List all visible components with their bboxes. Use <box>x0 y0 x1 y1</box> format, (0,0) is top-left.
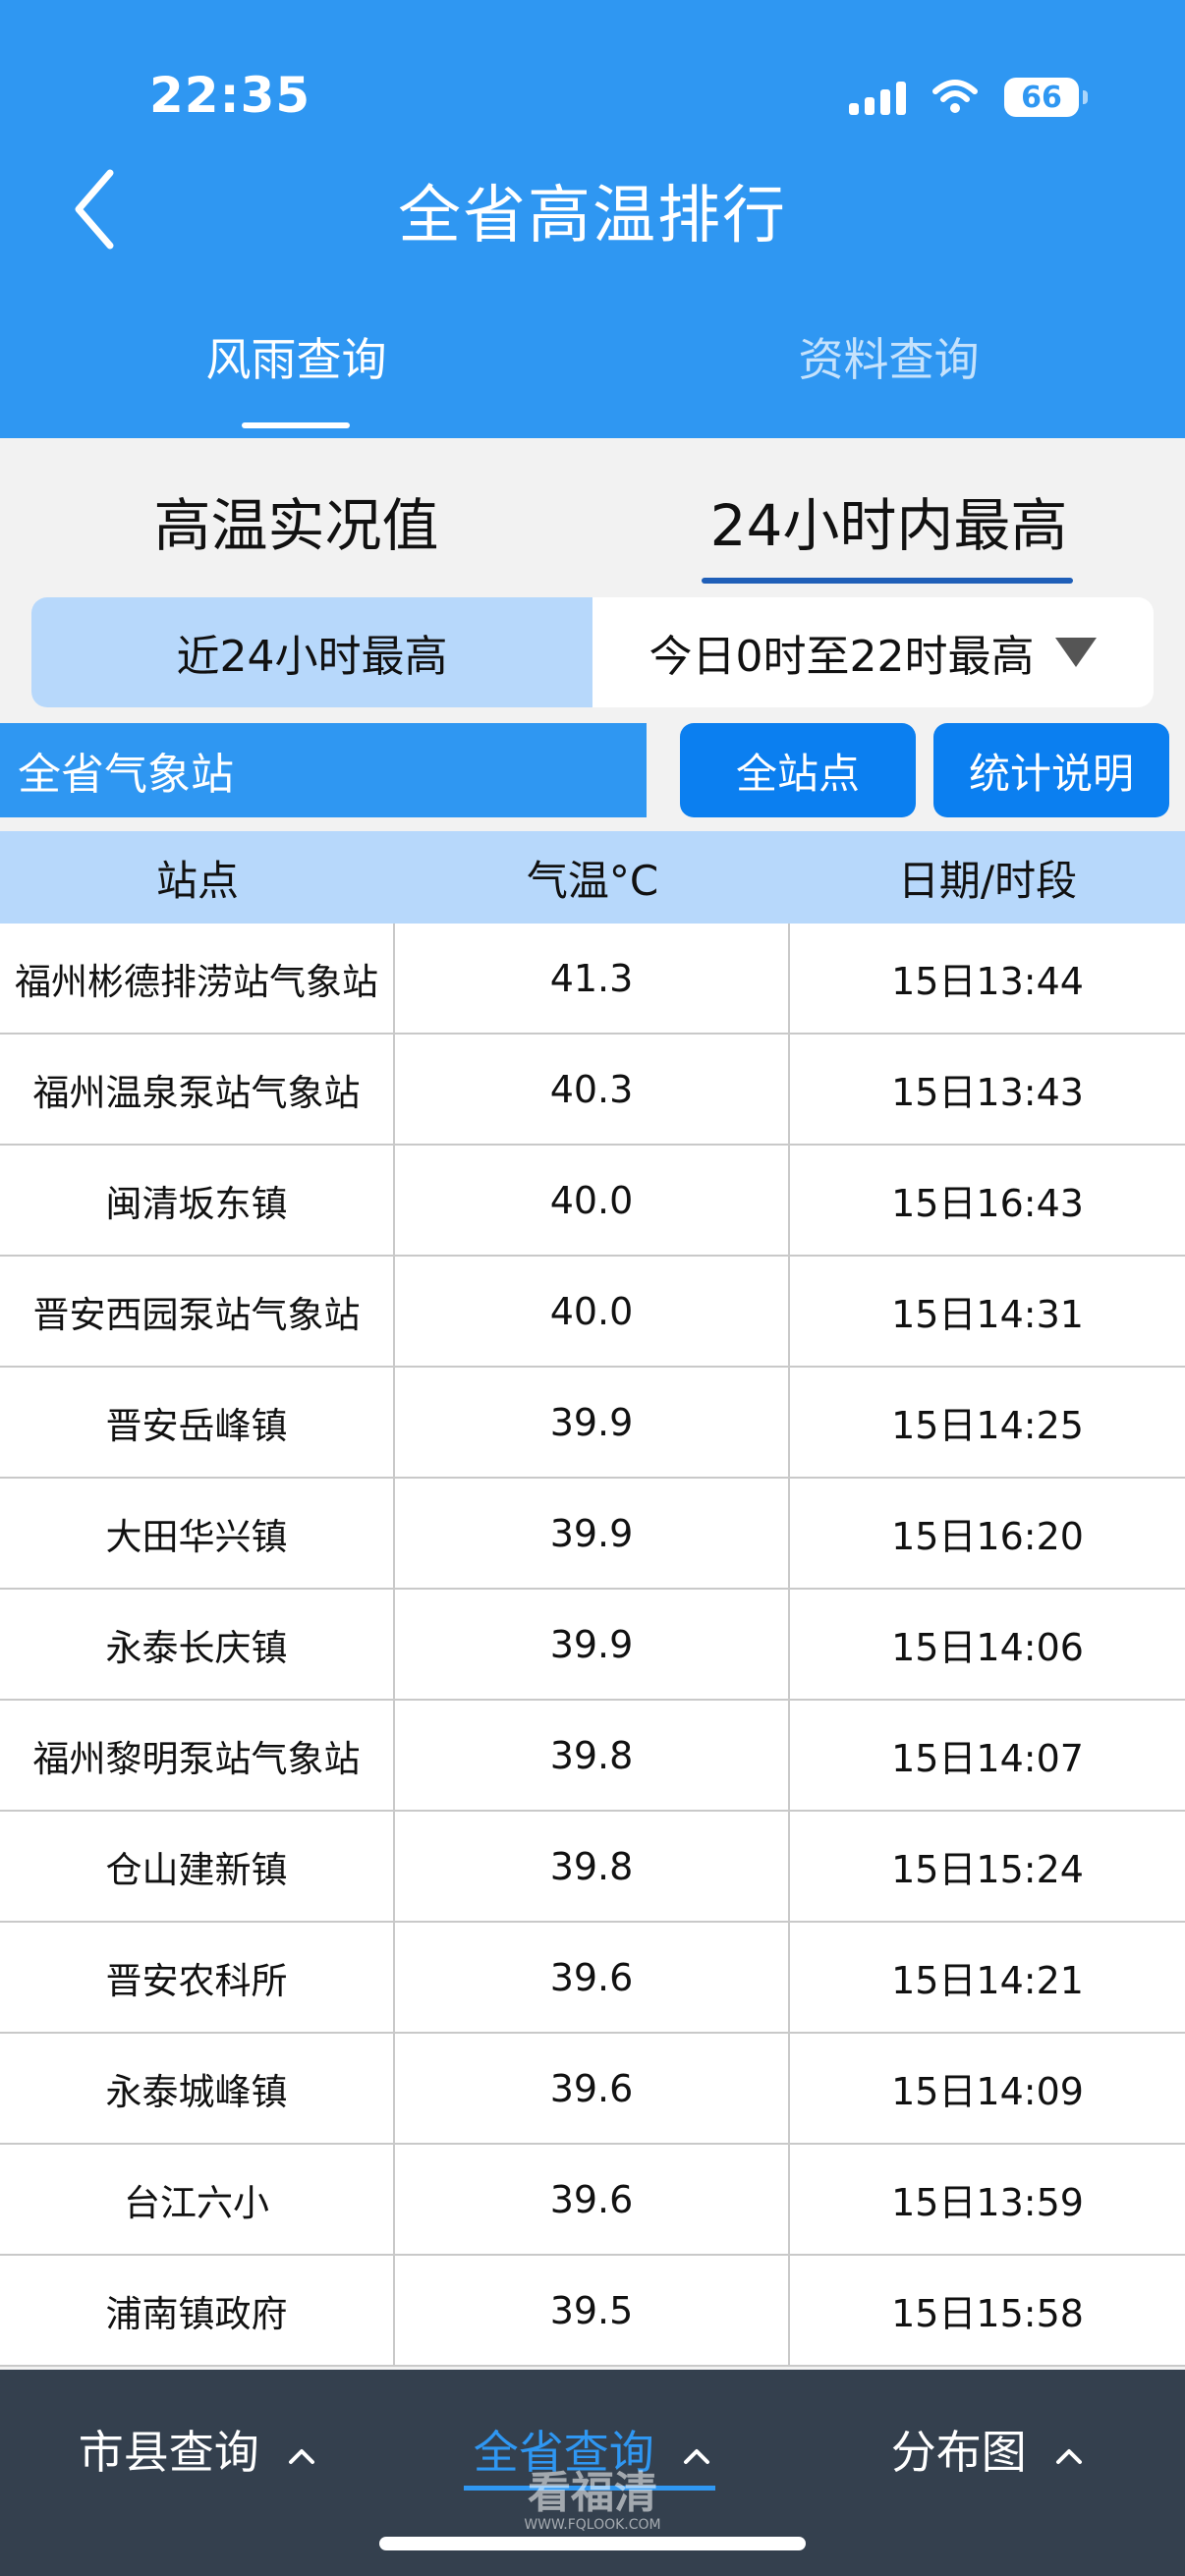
station-cell: 福州黎明泵站气象站 <box>0 1701 395 1810</box>
status-time: 22:35 <box>149 67 311 124</box>
temp-cell: 39.5 <box>395 2256 790 2365</box>
station-cell: 永泰城峰镇 <box>0 2034 395 2143</box>
table-row[interactable]: 永泰城峰镇 39.6 15日14:09 <box>0 2034 1185 2145</box>
table-row[interactable]: 福州黎明泵站气象站 39.8 15日14:07 <box>0 1701 1185 1812</box>
segment-today-dropdown[interactable]: 今日0时至22时最高 <box>592 597 1154 707</box>
temp-cell: 41.3 <box>395 924 790 1033</box>
station-cell: 台江六小 <box>0 2145 395 2254</box>
status-icons: 66 <box>849 73 1088 122</box>
table-row[interactable]: 晋安岳峰镇 39.9 15日14:25 <box>0 1368 1185 1479</box>
dropdown-triangle-icon <box>1055 638 1098 667</box>
app-root: 22:35 66 全省高温排行 风雨查询 资料查询 高温实况值 24小时内最高 … <box>0 0 1185 2576</box>
header: 22:35 66 全省高温排行 风雨查询 资料查询 <box>0 0 1185 438</box>
table-header: 站点 气温°C 日期/时段 <box>0 831 1185 924</box>
table-row[interactable]: 永泰长庆镇 39.9 15日14:06 <box>0 1590 1185 1701</box>
page-title: 全省高温排行 <box>398 180 787 252</box>
column-header-time: 日期/时段 <box>897 856 1078 905</box>
sub-tab-indicator <box>702 578 1073 584</box>
time-cell: 15日14:21 <box>891 1959 1084 2002</box>
time-cell: 15日15:24 <box>891 1848 1084 1891</box>
temp-cell: 39.9 <box>395 1368 790 1477</box>
stats-note-button[interactable]: 统计说明 <box>933 723 1169 817</box>
station-cell: 晋安西园泵站气象站 <box>0 1257 395 1366</box>
nav-label: 分布图 <box>890 2426 1027 2479</box>
table-row[interactable]: 仓山建新镇 39.8 15日15:24 <box>0 1812 1185 1923</box>
home-indicator[interactable] <box>379 2537 806 2550</box>
chevron-up-icon <box>684 2448 710 2464</box>
segment-today-label: 今日0时至22时最高 <box>649 632 1035 682</box>
nav-label: 市县查询 <box>78 2426 259 2479</box>
cellular-signal-icon <box>849 80 906 115</box>
tab-high-temp-actual[interactable]: 高温实况值 <box>0 479 592 562</box>
table-row[interactable]: 晋安农科所 39.6 15日14:21 <box>0 1923 1185 2034</box>
temp-cell: 40.0 <box>395 1257 790 1366</box>
temp-cell: 39.9 <box>395 1590 790 1699</box>
station-cell: 永泰长庆镇 <box>0 1590 395 1699</box>
temp-cell: 39.6 <box>395 1923 790 2032</box>
chevron-up-icon <box>1056 2448 1083 2464</box>
time-cell: 15日15:58 <box>891 2292 1084 2335</box>
chevron-up-icon <box>289 2448 315 2464</box>
time-range-segment: 近24小时最高 今日0时至22时最高 <box>31 597 1154 707</box>
station-cell: 晋安农科所 <box>0 1923 395 2032</box>
table-row[interactable]: 台江六小 39.6 15日13:59 <box>0 2145 1185 2256</box>
time-cell: 15日14:09 <box>891 2070 1084 2113</box>
temp-cell: 39.9 <box>395 1479 790 1588</box>
time-cell: 15日13:59 <box>891 2181 1084 2224</box>
table-row[interactable]: 晋安西园泵站气象站 40.0 15日14:31 <box>0 1257 1185 1368</box>
station-cell: 福州彬德排涝站气象站 <box>0 924 395 1033</box>
time-cell: 15日16:43 <box>891 1182 1084 1225</box>
table-row[interactable]: 浦南镇政府 39.5 15日15:58 <box>0 2256 1185 2367</box>
table-row[interactable]: 大田华兴镇 39.9 15日16:20 <box>0 1479 1185 1590</box>
temp-cell: 39.6 <box>395 2145 790 2254</box>
ranking-table: 站点 气温°C 日期/时段 福州彬德排涝站气象站 41.3 15日13:44 福… <box>0 831 1185 2367</box>
time-cell: 15日14:31 <box>891 1293 1084 1336</box>
temp-cell: 39.8 <box>395 1812 790 1921</box>
column-header-station: 站点 <box>155 856 239 905</box>
temp-cell: 39.8 <box>395 1701 790 1810</box>
table-row[interactable]: 福州彬德排涝站气象站 41.3 15日13:44 <box>0 924 1185 1035</box>
all-stations-button[interactable]: 全站点 <box>680 723 916 817</box>
temp-cell: 40.0 <box>395 1146 790 1255</box>
temp-cell: 39.6 <box>395 2034 790 2143</box>
tab-24h-max[interactable]: 24小时内最高 <box>592 479 1185 562</box>
watermark-title: 看福清 <box>528 2468 657 2518</box>
battery-icon: 66 <box>1004 78 1088 117</box>
nav-city-county-query[interactable]: 市县查询 <box>0 2417 395 2482</box>
station-cell: 大田华兴镇 <box>0 1479 395 1588</box>
station-cell: 闽清坂东镇 <box>0 1146 395 1255</box>
temp-cell: 40.3 <box>395 1035 790 1144</box>
tab-data-query[interactable]: 资料查询 <box>592 324 1185 389</box>
column-header-temp: 气温°C <box>526 856 659 905</box>
wifi-icon <box>931 80 979 115</box>
station-cell: 晋安岳峰镇 <box>0 1368 395 1477</box>
table-row[interactable]: 福州温泉泵站气象站 40.3 15日13:43 <box>0 1035 1185 1146</box>
segment-last-24h[interactable]: 近24小时最高 <box>31 597 592 707</box>
time-cell: 15日13:44 <box>891 960 1084 1003</box>
watermark-url: WWW.FQLOOK.COM <box>524 2517 661 2533</box>
station-cell: 福州温泉泵站气象站 <box>0 1035 395 1144</box>
time-cell: 15日14:06 <box>891 1626 1084 1669</box>
watermark: 看福清 WWW.FQLOOK.COM <box>494 2468 691 2534</box>
station-cell: 仓山建新镇 <box>0 1812 395 1921</box>
active-tab-indicator <box>242 422 350 428</box>
region-filter[interactable]: 全省气象站 <box>0 723 647 817</box>
station-cell: 浦南镇政府 <box>0 2256 395 2365</box>
time-cell: 15日16:20 <box>891 1515 1084 1558</box>
nav-distribution-map[interactable]: 分布图 <box>790 2417 1185 2482</box>
time-cell: 15日14:25 <box>891 1404 1084 1447</box>
time-cell: 15日14:07 <box>891 1737 1084 1780</box>
table-row[interactable]: 闽清坂东镇 40.0 15日16:43 <box>0 1146 1185 1257</box>
tab-wind-rain-query[interactable]: 风雨查询 <box>0 324 592 389</box>
time-cell: 15日13:43 <box>891 1071 1084 1114</box>
